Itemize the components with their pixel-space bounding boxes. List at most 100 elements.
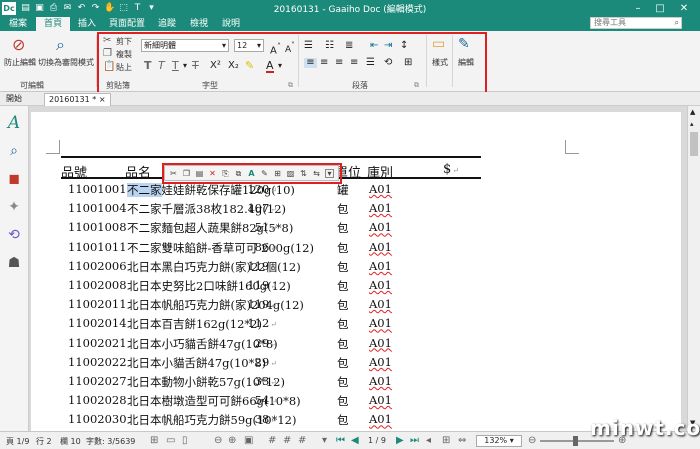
cell-price: 54↵ xyxy=(255,393,277,407)
first-page-icon[interactable]: ⏮ xyxy=(336,435,345,446)
vertical-scrollbar[interactable]: ▲ ▴ ▼ xyxy=(687,106,700,431)
cell-id: 11002030 xyxy=(68,412,127,427)
tab-track[interactable]: 追蹤 xyxy=(152,17,182,31)
page-view-icon[interactable]: ⌕ xyxy=(5,142,23,160)
history-icon[interactable]: ⟲ xyxy=(5,226,23,244)
tab-help[interactable]: 說明 xyxy=(216,17,246,31)
cell-price-value: 119 xyxy=(247,278,270,292)
zoom-in-icon[interactable]: ⊕ xyxy=(228,435,236,446)
review-mode-icon[interactable]: ⌕ xyxy=(56,37,65,53)
tab-start[interactable]: 開始 xyxy=(2,93,26,106)
zoom-out-icon[interactable]: ⊖ xyxy=(528,435,536,446)
document-canvas[interactable]: 品號 品名 單位 庫別 $↵ 11001001 不二家娃娃餅乾保存罐120g(10… xyxy=(29,106,687,431)
close-icon[interactable]: × xyxy=(99,95,106,104)
view-mode-icon[interactable]: ▯ xyxy=(182,435,188,446)
cell-name: 不二家雙味餡餅-香草可可 200g(12) xyxy=(127,240,314,255)
shape-icon[interactable]: ◼ xyxy=(5,170,23,188)
page-indicator[interactable]: 1 / 9 xyxy=(368,436,386,445)
cell-price-value: 119 xyxy=(247,258,270,273)
table-row[interactable]: 11002021 北日本小巧貓舌餅47g(10*8) 包 A01 29↵ xyxy=(31,336,481,354)
prev-page-icon[interactable]: ◀ xyxy=(351,435,359,446)
cell-unit: 包 xyxy=(337,240,349,255)
switch-review-mode-button[interactable]: 切換為審閱模式 xyxy=(38,57,94,68)
fit-page-icon[interactable]: ⊞ xyxy=(442,435,450,446)
cell-id: 11002008 xyxy=(68,278,127,292)
cell-unit: 罐 xyxy=(337,183,349,197)
tab-file[interactable]: 檔案 xyxy=(2,17,34,31)
minimize-icon[interactable]: – xyxy=(630,1,646,16)
cell-price-value: 54 xyxy=(254,393,270,408)
scroll-up-icon[interactable]: ▲ xyxy=(690,108,695,116)
table-row[interactable]: 11002006 北日本黑白巧克力餅(家)22個(12) 包 A01 119↵ xyxy=(31,259,481,277)
cell-price-value: 38 xyxy=(254,412,270,427)
close-icon[interactable]: ✕ xyxy=(676,1,692,16)
table-row[interactable]: 11002027 北日本動物小餅乾57g(10*12) 包 A01 33↵ xyxy=(31,374,481,392)
document-page[interactable]: 品號 品名 單位 庫別 $↵ 11001001 不二家娃娃餅乾保存罐120g(10… xyxy=(31,112,681,431)
mini-toolbar-annotation-box xyxy=(162,163,342,184)
cell-name: 北日本小貓舌餅47g(10*8) xyxy=(127,355,267,370)
table-top-rule xyxy=(61,156,481,158)
tab-view[interactable]: 檢視 xyxy=(184,17,214,31)
page-back-icon[interactable]: ◂ xyxy=(426,435,431,446)
table-row[interactable]: 11001001 不二家娃娃餅乾保存罐120g(10) 罐 A01 120↵ xyxy=(31,182,481,200)
table-row[interactable]: 11002030 北日本帆船巧克力餅59g(10*12) 包 A01 38↵ xyxy=(31,412,481,430)
tab-document[interactable]: 20160131 * × xyxy=(44,93,111,106)
protect-edit-icon[interactable]: ⊘ xyxy=(12,37,25,53)
grid-icon[interactable]: # xyxy=(283,435,291,446)
cell-category: A01 xyxy=(369,412,392,427)
header-id: 品號 xyxy=(61,166,88,181)
grid-icon[interactable]: # xyxy=(298,435,306,446)
table-row[interactable]: 11002022 北日本小貓舌餅47g(10*8) 包 A01 29↵ xyxy=(31,355,481,373)
scroll-page-up-icon[interactable]: ▴ xyxy=(690,120,694,128)
table-row[interactable]: 11002014 北日本百吉餅162g(12*2) 包 A01 112↵ xyxy=(31,316,481,334)
text-mode-icon[interactable]: A xyxy=(5,114,23,132)
tab-insert[interactable]: 插入 xyxy=(72,17,102,31)
crop-mark xyxy=(46,140,60,154)
cell-price-value: 107 xyxy=(247,201,270,216)
paragraph-mark-icon: ↵ xyxy=(270,397,277,407)
zoom-slider-knob[interactable] xyxy=(573,436,578,446)
cell-unit: 包 xyxy=(337,317,349,332)
cell-price-value: 86 xyxy=(254,239,270,254)
magic-wand-icon[interactable]: ✦ xyxy=(5,198,23,216)
maximize-icon[interactable]: □ xyxy=(652,1,668,16)
fit-icon[interactable]: ▣ xyxy=(244,435,253,446)
table-row[interactable]: 11002008 北日本史努比2口味餅160g(12) 包 A01 119↵ xyxy=(31,278,481,296)
zoom-out-icon[interactable]: ⊖ xyxy=(214,435,222,446)
cell-price-value: 119 xyxy=(247,297,270,312)
cell-price: 107↵ xyxy=(247,201,277,215)
table-row[interactable]: 11002028 北日本樹墩造型可可餅66g(10*8) 包 A01 54↵ xyxy=(31,393,481,411)
table-row[interactable]: 11001011 不二家雙味餡餅-香草可可 200g(12) 包 A01 86↵ xyxy=(31,240,481,258)
zoom-select[interactable]: 132% ▾ xyxy=(476,435,522,447)
chevron-down-icon[interactable]: ▾ xyxy=(322,435,327,446)
last-page-icon[interactable]: ⏭ xyxy=(410,435,419,446)
table-row[interactable]: 11002011 北日本帆船巧克力餅(家)204g(12) 包 A01 119↵ xyxy=(31,297,481,315)
tab-page-layout[interactable]: 頁面配置 xyxy=(104,17,150,31)
view-mode-icon[interactable]: ▭ xyxy=(166,435,175,446)
cell-id: 11001001 xyxy=(68,182,127,196)
scrollbar-thumb[interactable] xyxy=(690,132,698,156)
cell-unit: 包 xyxy=(337,394,349,409)
grid-icon[interactable]: # xyxy=(268,435,276,446)
highlight-annotation-box xyxy=(97,32,487,98)
users-icon[interactable]: ☗ xyxy=(5,254,23,272)
zoom-value: 132% xyxy=(484,436,508,445)
tab-home[interactable]: 首頁 xyxy=(36,17,70,31)
next-page-icon[interactable]: ▶ xyxy=(396,435,404,446)
cell-id: 11002006 xyxy=(68,258,127,273)
search-icon[interactable]: ⌕ xyxy=(675,18,679,28)
table-row[interactable]: 11001008 不二家麵包超人蔬果餅82g(5*8) 包 A01 51↵ xyxy=(31,220,481,238)
paragraph-mark-icon: ↵ xyxy=(270,282,277,291)
status-page: 頁 1/9 xyxy=(6,437,30,446)
header-category: 庫別 xyxy=(367,166,394,181)
cell-price: 29↵ xyxy=(255,336,277,350)
search-input[interactable]: 搜尋工具 ⌕ xyxy=(590,17,682,29)
cell-id: 11001008 xyxy=(68,220,127,235)
cell-price: 120↵ xyxy=(247,182,277,196)
fit-width-icon[interactable]: ⇔ xyxy=(458,435,466,446)
protect-edit-button[interactable]: 防止編輯 xyxy=(4,57,36,68)
table-row[interactable]: 11001004 不二家千層派38枚182.4g(12) 包 A01 107↵ xyxy=(31,201,481,219)
selected-text[interactable]: 不二家 xyxy=(127,183,162,197)
cell-id: 11002022 xyxy=(68,354,127,369)
view-mode-icon[interactable]: ⊞ xyxy=(150,435,158,446)
